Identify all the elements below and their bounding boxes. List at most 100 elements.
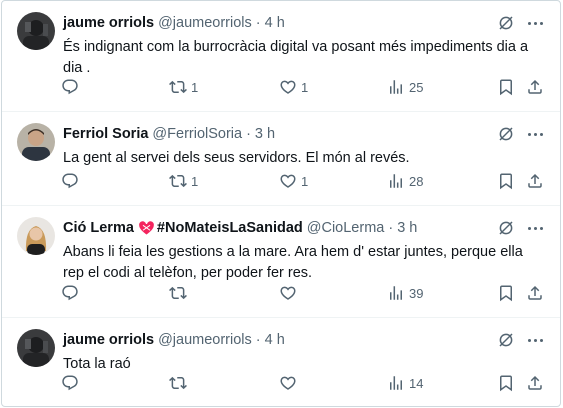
retweet-button[interactable] (169, 283, 191, 303)
retweet-icon (169, 374, 187, 392)
view-count: 25 (409, 79, 424, 95)
heart-icon (279, 172, 297, 190)
like-button[interactable]: 1 (279, 77, 308, 97)
share-button[interactable] (526, 283, 544, 303)
reply-button[interactable] (61, 373, 79, 393)
author-name[interactable]: jaume orriols (63, 332, 154, 348)
bookmark-icon (497, 78, 515, 96)
grok-icon[interactable] (496, 13, 516, 33)
tweet-header: Ció Lerma #NoMateisLaSanidad @CioLerma ·… (63, 218, 417, 238)
separator: · (388, 220, 394, 236)
tweet-header: jaume orriols @jaumeorriols · 4 h (63, 13, 285, 33)
views-icon (387, 78, 405, 96)
grok-icon[interactable] (496, 218, 516, 238)
retweet-button[interactable] (169, 373, 191, 393)
reply-icon (61, 374, 79, 392)
author-handle[interactable]: @CioLerma (307, 220, 385, 236)
reply-tweet[interactable]: jaume orriols @jaumeorriols · 4 h És ind… (2, 1, 560, 112)
share-button[interactable] (526, 77, 544, 97)
author-handle[interactable]: @jaumeorriols (158, 15, 252, 31)
more-icon[interactable] (524, 330, 546, 350)
views-button[interactable]: 25 (387, 77, 423, 97)
share-button[interactable] (526, 373, 544, 393)
more-icon[interactable] (524, 124, 546, 144)
reply-button[interactable] (61, 171, 79, 191)
separator: · (255, 15, 261, 31)
tweet-text: La gent al servei dels seus servidors. E… (63, 150, 410, 166)
more-icon[interactable] (524, 218, 546, 238)
bookmark-button[interactable] (497, 283, 515, 303)
views-button[interactable]: 39 (387, 283, 423, 303)
heart-icon (279, 78, 297, 96)
retweet-button[interactable]: 1 (169, 77, 198, 97)
bookmark-button[interactable] (497, 171, 515, 191)
avatar[interactable] (17, 217, 55, 255)
bookmark-button[interactable] (497, 77, 515, 97)
like-button[interactable]: 1 (279, 171, 308, 191)
retweet-button[interactable]: 1 (169, 171, 198, 191)
views-button[interactable]: 28 (387, 171, 423, 191)
action-bar: 1 1 25 (2, 77, 560, 97)
reply-tweet[interactable]: Ció Lerma #NoMateisLaSanidad @CioLerma ·… (2, 206, 560, 318)
separator: · (246, 126, 251, 142)
retweet-count: 1 (191, 173, 199, 189)
tweet-header: Ferriol Soria @FerriolSoria · 3 h (63, 124, 275, 144)
view-count: 14 (409, 375, 424, 391)
hashtag[interactable]: #NoMateisLaSanidad (157, 220, 303, 236)
timestamp[interactable]: 3 h (255, 126, 275, 142)
like-button[interactable] (279, 283, 301, 303)
reply-tweet[interactable]: jaume orriols @jaumeorriols · 4 h Tota l… (2, 318, 560, 407)
reply-icon (61, 284, 79, 302)
share-icon (526, 172, 544, 190)
author-name[interactable]: jaume orriols (63, 15, 154, 31)
views-icon (387, 284, 405, 302)
author-name[interactable]: Ció Lerma (63, 220, 134, 236)
separator: · (255, 332, 261, 348)
views-icon (387, 172, 405, 190)
share-icon (526, 78, 544, 96)
tweet-text: Tota la raó (63, 356, 131, 372)
share-icon (526, 284, 544, 302)
action-bar: 14 (2, 373, 560, 393)
reply-icon (61, 172, 79, 190)
timestamp[interactable]: 3 h (397, 220, 417, 236)
reply-button[interactable] (61, 77, 79, 97)
action-bar: 39 (2, 283, 560, 303)
grok-icon[interactable] (496, 124, 516, 144)
more-icon[interactable] (524, 13, 546, 33)
avatar[interactable] (17, 123, 55, 161)
author-name[interactable]: Ferriol Soria (63, 126, 148, 142)
heart-emoji-icon (138, 220, 155, 236)
reply-button[interactable] (61, 283, 79, 303)
like-count: 1 (301, 79, 309, 95)
grok-icon[interactable] (496, 330, 516, 350)
reply-tweet[interactable]: Ferriol Soria @FerriolSoria · 3 h La gen… (2, 112, 560, 206)
like-button[interactable] (279, 373, 301, 393)
avatar[interactable] (17, 12, 55, 50)
author-handle[interactable]: @jaumeorriols (158, 332, 252, 348)
bookmark-icon (497, 172, 515, 190)
author-handle[interactable]: @FerriolSoria (152, 126, 242, 142)
avatar[interactable] (17, 329, 55, 367)
share-button[interactable] (526, 171, 544, 191)
retweet-icon (169, 78, 187, 96)
view-count: 28 (409, 173, 424, 189)
timestamp[interactable]: 4 h (265, 15, 285, 31)
view-count: 39 (409, 285, 424, 301)
share-icon (526, 374, 544, 392)
views-icon (387, 374, 405, 392)
action-bar: 1 1 28 (2, 171, 560, 191)
bookmark-icon (497, 284, 515, 302)
bookmark-button[interactable] (497, 373, 515, 393)
reply-icon (61, 78, 79, 96)
views-button[interactable]: 14 (387, 373, 423, 393)
retweet-count: 1 (191, 79, 199, 95)
retweet-icon (169, 284, 187, 302)
replies-panel: jaume orriols @jaumeorriols · 4 h És ind… (1, 0, 561, 407)
bookmark-icon (497, 374, 515, 392)
timestamp[interactable]: 4 h (265, 332, 285, 348)
retweet-icon (169, 172, 187, 190)
tweet-header: jaume orriols @jaumeorriols · 4 h (63, 330, 285, 350)
tweet-text: És indignant com la burrocràcia digital … (63, 39, 529, 76)
heart-icon (279, 374, 297, 392)
